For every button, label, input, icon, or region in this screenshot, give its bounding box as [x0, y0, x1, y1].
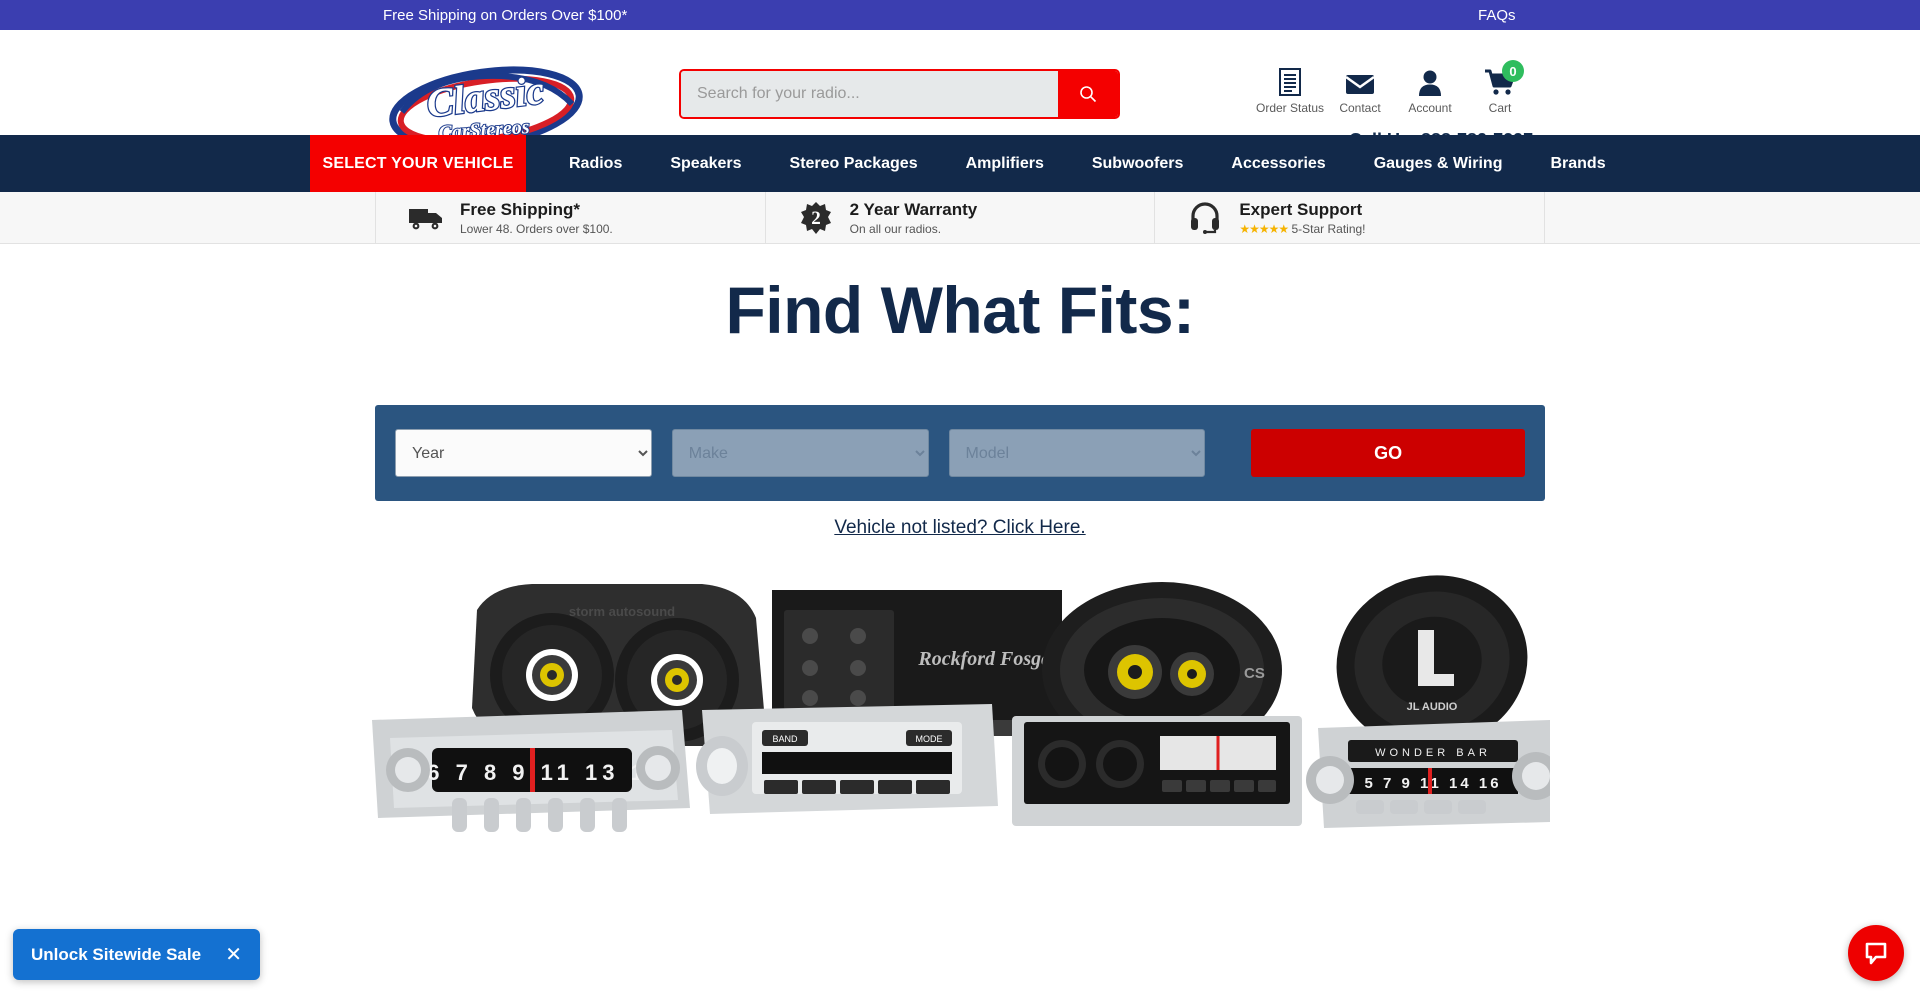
envelope-icon [1345, 66, 1375, 96]
warranty-seal-icon: 2 [796, 201, 836, 235]
nav-item-subwoofers[interactable]: Subwoofers [1068, 135, 1208, 192]
close-icon[interactable]: ✕ [225, 945, 242, 965]
headset-icon [1185, 202, 1225, 234]
badge-expert-support: Expert Support ★★★★★ 5-Star Rating! [1154, 192, 1546, 244]
announcement-message: Free Shipping on Orders Over $100* [383, 6, 628, 24]
svg-text:JL AUDIO: JL AUDIO [1407, 701, 1458, 713]
order-status-label: Order Status [1255, 101, 1325, 115]
badge-subtitle-text: 5-Star Rating! [1291, 221, 1366, 236]
badge-free-shipping-text: Free Shipping* Lower 48. Orders over $10… [460, 200, 613, 236]
search-icon [1080, 86, 1097, 103]
nav-item-stereo-packages[interactable]: Stereo Packages [766, 135, 942, 192]
nav-item-amplifiers[interactable]: Amplifiers [942, 135, 1068, 192]
svg-text:2: 2 [811, 208, 821, 229]
faqs-link[interactable]: FAQs [1478, 7, 1516, 24]
account-label: Account [1408, 101, 1452, 115]
sitewide-sale-banner[interactable]: Unlock Sitewide Sale ✕ [13, 929, 260, 980]
svg-text:CS: CS [1244, 665, 1265, 682]
header-utility-nav: Order Status Contact Account 0 Cart [1255, 60, 1535, 115]
make-select[interactable]: Make [671, 429, 929, 477]
cart-label: Cart [1488, 101, 1512, 115]
svg-text:WONDER BAR: WONDER BAR [1375, 747, 1491, 759]
svg-text:BAND: BAND [772, 734, 798, 744]
cart-count-badge: 0 [1502, 60, 1524, 82]
shopping-cart-icon: 0 [1484, 60, 1524, 96]
search-input[interactable] [681, 71, 1058, 117]
search-submit-button[interactable] [1058, 71, 1118, 117]
badge-subtitle: On all our radios. [849, 221, 942, 236]
vehicle-not-listed-link[interactable]: Vehicle not listed? Click Here. [834, 517, 1085, 538]
order-status-link[interactable]: Order Status [1255, 66, 1325, 115]
model-select[interactable]: Model [948, 429, 1206, 477]
svg-text:MODE: MODE [916, 734, 943, 744]
badge-subtitle: ★★★★★ 5-Star Rating! [1239, 222, 1365, 236]
person-icon [1418, 66, 1442, 96]
chat-widget-button[interactable] [1848, 925, 1904, 981]
vehicle-not-listed: Vehicle not listed? Click Here. [0, 517, 1920, 539]
nav-item-radios[interactable]: Radios [545, 135, 646, 192]
contact-link[interactable]: Contact [1325, 66, 1395, 115]
star-rating-icon: ★★★★★ [1239, 221, 1289, 236]
nav-link-list: Radios Speakers Stereo Packages Amplifie… [545, 135, 1630, 192]
badge-warranty-text: 2 Year Warranty On all our radios. [850, 200, 978, 236]
hero-product-image: storm autosound Rockford Fosgate CS JL A… [372, 570, 1550, 840]
badge-free-shipping: Free Shipping* Lower 48. Orders over $10… [375, 192, 765, 244]
svg-text:5 7 9 11 14 16: 5 7 9 11 14 16 [1364, 775, 1501, 792]
badge-title: 2 Year Warranty [849, 200, 978, 220]
announcement-bar: Free Shipping on Orders Over $100* FAQs [0, 0, 1920, 30]
svg-text:storm autosound: storm autosound [569, 604, 675, 619]
delivery-truck-icon [406, 205, 446, 231]
nav-item-gauges-wiring[interactable]: Gauges & Wiring [1350, 135, 1527, 192]
site-header: Classic CarStereos .com [0, 30, 1920, 150]
go-button[interactable]: GO [1251, 429, 1526, 477]
account-link[interactable]: Account [1395, 66, 1465, 115]
badge-warranty: 2 2 Year Warranty On all our radios. [764, 192, 1155, 244]
select-your-vehicle-button[interactable]: SELECT YOUR VEHICLE [310, 135, 526, 192]
nav-item-brands[interactable]: Brands [1526, 135, 1629, 192]
nav-item-speakers[interactable]: Speakers [646, 135, 765, 192]
badge-expert-support-text: Expert Support ★★★★★ 5-Star Rating! [1239, 200, 1365, 236]
document-list-icon [1278, 66, 1302, 96]
search-bar [679, 69, 1120, 119]
trust-badges-strip: Free Shipping* Lower 48. Orders over $10… [0, 192, 1920, 244]
badge-subtitle: Lower 48. Orders over $100. [460, 221, 613, 236]
trust-badges: Free Shipping* Lower 48. Orders over $10… [375, 192, 1546, 244]
vehicle-selector: Year Make Model GO [375, 405, 1545, 501]
main-navigation: SELECT YOUR VEHICLE Radios Speakers Ster… [0, 135, 1920, 192]
main-content: Find What Fits: Year Make Model GO Vehic… [0, 272, 1920, 840]
badge-title: Expert Support [1239, 200, 1363, 220]
chat-bubble-icon [1865, 942, 1887, 965]
year-select[interactable]: Year [395, 429, 652, 477]
page-title: Find What Fits: [725, 273, 1195, 347]
nav-item-accessories[interactable]: Accessories [1207, 135, 1349, 192]
contact-label: Contact [1339, 101, 1381, 115]
badge-title: Free Shipping* [460, 200, 580, 220]
cart-link[interactable]: 0 Cart [1465, 60, 1535, 115]
sale-banner-label: Unlock Sitewide Sale [31, 944, 202, 964]
